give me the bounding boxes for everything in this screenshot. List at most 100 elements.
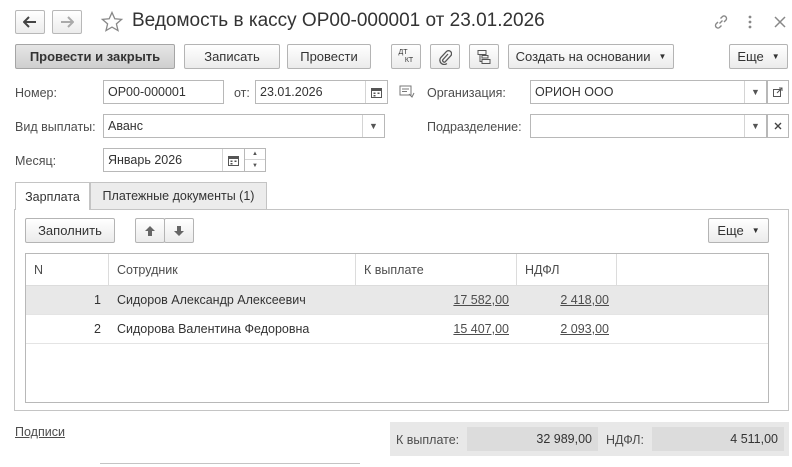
to-pay-link[interactable]: 15 407,00	[453, 322, 509, 336]
arrow-right-icon	[61, 16, 74, 28]
date-field[interactable]: 23.01.2026	[255, 80, 388, 104]
department-field[interactable]: ▼	[530, 114, 767, 138]
chevron-down-icon: ▼	[658, 52, 667, 61]
column-header-employee[interactable]: Сотрудник	[109, 254, 356, 285]
tab-payment-documents[interactable]: Платежные документы (1)	[90, 182, 267, 209]
post-button[interactable]: Провести	[287, 44, 371, 69]
ndfl-link[interactable]: 2 418,00	[560, 293, 609, 307]
total-to-pay-value: 32 989,00	[467, 427, 598, 451]
number-label: Номер:	[15, 86, 57, 100]
organization-field[interactable]: ОРИОН ООО ▼	[530, 80, 767, 104]
arrow-up-icon	[145, 225, 155, 236]
payment-type-field[interactable]: Аванс ▼	[103, 114, 385, 138]
number-field[interactable]: ОР00-000001	[103, 80, 224, 104]
total-to-pay-label: К выплате:	[396, 433, 460, 447]
clear-icon	[774, 122, 782, 130]
chevron-up-icon: ▲	[252, 151, 258, 157]
bottom-divider	[100, 463, 360, 467]
chevron-down-icon: ▼	[751, 121, 760, 131]
table-more-label: Еще	[717, 223, 744, 238]
attach-button[interactable]	[430, 44, 460, 69]
month-calendar-button[interactable]	[222, 149, 244, 171]
organization-open-button[interactable]	[767, 80, 789, 104]
kt-label: КТ	[404, 56, 414, 64]
month-value: Январь 2026	[108, 153, 183, 167]
department-dropdown-button[interactable]: ▼	[744, 115, 766, 137]
calendar-icon	[228, 155, 239, 166]
table-row[interactable]: 2 Сидорова Валентина Федоровна 15 407,00…	[26, 315, 768, 344]
column-header-ndfl[interactable]: НДФЛ	[517, 254, 617, 285]
to-pay-amount[interactable]: 17 582,00	[356, 286, 509, 314]
row-number: 1	[94, 293, 101, 307]
fill-button[interactable]: Заполнить	[25, 218, 115, 243]
dt-kt-button[interactable]: ДТ КТ	[391, 44, 421, 69]
window-title: Ведомость в кассу ОР00-000001 от 23.01.2…	[132, 10, 545, 31]
payment-type-value: Аванс	[108, 119, 143, 133]
move-up-button[interactable]	[135, 218, 165, 243]
chevron-down-icon: ▼	[751, 226, 760, 235]
signatures-link[interactable]: Подписи	[15, 425, 65, 439]
payment-type-label: Вид выплаты:	[15, 120, 96, 134]
dt-label: ДТ	[398, 48, 408, 56]
chevron-down-icon: ▼	[369, 121, 378, 131]
move-down-button[interactable]	[164, 218, 194, 243]
department-label: Подразделение:	[427, 120, 522, 134]
create-based-on-button[interactable]: Создать на основании ▼	[508, 44, 674, 69]
arrow-down-icon	[174, 225, 184, 236]
forward-button[interactable]	[52, 10, 82, 34]
payment-type-dropdown-button[interactable]: ▼	[362, 115, 384, 137]
month-up-button[interactable]: ▲	[245, 149, 265, 160]
more-vertical-icon[interactable]	[741, 12, 759, 32]
chevron-down-icon: ▼	[751, 87, 760, 97]
date-value: 23.01.2026	[260, 85, 323, 99]
favorite-star-icon[interactable]	[100, 10, 124, 34]
employee-name: Сидоров Александр Алексеевич	[117, 293, 306, 307]
to-pay-link[interactable]: 17 582,00	[453, 293, 509, 307]
table-row[interactable]: 1 Сидоров Александр Алексеевич 17 582,00…	[26, 286, 768, 315]
calendar-button[interactable]	[365, 81, 387, 103]
ndfl-link[interactable]: 2 093,00	[560, 322, 609, 336]
open-window-icon	[773, 87, 783, 97]
tab-salary[interactable]: Зарплата	[15, 182, 90, 210]
fill-label: Заполнить	[38, 223, 102, 238]
post-and-close-label: Провести и закрыть	[29, 49, 161, 64]
document-history-icon[interactable]	[399, 85, 415, 102]
post-and-close-button[interactable]: Провести и закрыть	[15, 44, 175, 69]
row-number: 2	[94, 322, 101, 336]
month-down-button[interactable]: ▼	[245, 160, 265, 171]
link-icon[interactable]	[712, 12, 730, 32]
ndfl-amount[interactable]: 2 093,00	[517, 315, 609, 343]
employees-table[interactable]: N Сотрудник К выплате НДФЛ 1 Сидоров Але…	[25, 253, 769, 403]
table-header: N Сотрудник К выплате НДФЛ	[26, 254, 768, 286]
total-ndfl-value: 4 511,00	[652, 427, 784, 451]
total-ndfl-label: НДФЛ:	[606, 433, 644, 447]
organization-label: Организация:	[427, 86, 506, 100]
column-header-n[interactable]: N	[26, 254, 109, 285]
more-button[interactable]: Еще ▼	[729, 44, 788, 69]
table-more-button[interactable]: Еще ▼	[708, 218, 769, 243]
date-label: от:	[234, 86, 250, 100]
to-pay-amount[interactable]: 15 407,00	[356, 315, 509, 343]
back-button[interactable]	[15, 10, 45, 34]
save-button[interactable]: Записать	[184, 44, 280, 69]
more-label: Еще	[737, 49, 764, 64]
close-icon[interactable]	[771, 12, 789, 32]
month-field[interactable]: Январь 2026	[103, 148, 245, 172]
arrow-left-icon	[23, 16, 36, 28]
month-stepper[interactable]: ▲ ▼	[245, 148, 266, 172]
structure-button[interactable]	[469, 44, 499, 69]
tab-salary-label: Зарплата	[25, 189, 80, 204]
ndfl-amount[interactable]: 2 418,00	[517, 286, 609, 314]
totals-bar: К выплате: 32 989,00 НДФЛ: 4 511,00	[390, 422, 789, 456]
employee-name: Сидорова Валентина Федоровна	[117, 322, 310, 336]
post-label: Провести	[300, 49, 358, 64]
chevron-down-icon: ▼	[252, 162, 258, 169]
paperclip-icon	[439, 49, 452, 65]
calendar-icon	[371, 87, 382, 98]
department-clear-button[interactable]	[767, 114, 789, 138]
column-header-to-pay[interactable]: К выплате	[356, 254, 517, 285]
organization-value: ОРИОН ООО	[535, 85, 614, 99]
organization-dropdown-button[interactable]: ▼	[744, 81, 766, 103]
save-label: Записать	[204, 49, 260, 64]
create-based-on-label: Создать на основании	[515, 49, 651, 64]
